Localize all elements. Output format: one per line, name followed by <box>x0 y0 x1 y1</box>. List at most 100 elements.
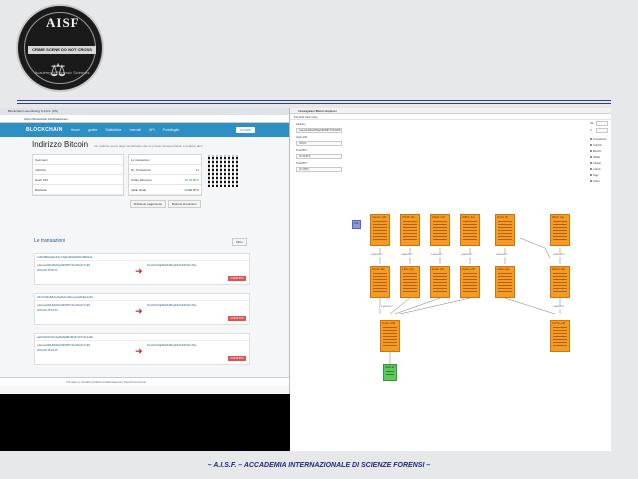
node-label: 1Fyh4..kTj <box>497 216 509 219</box>
graph-node[interactable]: 1Jr8v..7gQ <box>400 266 420 298</box>
transaction-row[interactable]: aa0cbd0b7b2c4cd9e5a8813fa47c57c3e1d2b...… <box>34 333 250 365</box>
graph-node[interactable]: 1Pq9a..m1X <box>430 214 450 246</box>
tx-from[interactable]: 1AeuwL9fAfu8JWq2sDhM8TYiNmW44YCy3N <box>37 264 90 267</box>
node-label: 1NqT2..9aP <box>372 268 385 271</box>
tx-time: 2015-06-18 04:30 <box>37 309 58 312</box>
address-bar[interactable]: https://blockchain.info/it/address/... <box>0 115 289 123</box>
node-label: 1Dm3u..8kC <box>552 268 566 271</box>
edge-label: 0.0465 BTC <box>552 254 566 257</box>
graph-app-window: Investigation Bitcoin Explorer File Edit… <box>290 108 611 451</box>
signin-button[interactable]: ACCEDI <box>235 127 255 133</box>
arrow-right-icon: ➜ <box>135 266 143 276</box>
graph-node[interactable]: 1Fyh4..kTj <box>495 214 515 246</box>
edge-label: 0.0465 BTC <box>552 306 566 309</box>
summary-right-1: Nr. Transazioni 17 <box>129 165 201 175</box>
graph-edge <box>519 237 551 259</box>
graph-node[interactable]: 1Kx9b..3Vz <box>430 266 450 298</box>
graph-node[interactable]: 1AeuwL..Q9f <box>370 214 390 246</box>
nav-home[interactable]: Home <box>71 128 80 132</box>
tx-amount-badge: 0.0465 BTC <box>228 276 246 281</box>
page-title-sub: Un indirizzo serve degli identificativi … <box>94 144 203 148</box>
node-label: 1Kx9b..3Vz <box>432 268 445 271</box>
transactions-title: Le transazioni <box>34 238 66 244</box>
tx-hash[interactable]: 7e8e9891ab9e3de7d3ebd00fa94f1b3f8e6a2... <box>35 254 249 261</box>
node-label: 1Zp8x..Q1a <box>497 268 510 271</box>
nav-stats[interactable]: Statistiche <box>105 128 121 132</box>
edge-label: 0.0464 BTC <box>460 254 474 257</box>
logo-crime-scene-band: CRIME SCENE DO NOT CROSS <box>28 46 96 54</box>
edge-label: 0.0465 BTC <box>370 254 384 257</box>
summary-right-2: Totale Ricevuto 40.44 BTC <box>129 175 201 185</box>
tx-hash[interactable]: d37cfcd3e58c2c4a4bd1c9dee1ca29da12c63... <box>35 294 249 301</box>
tx-to[interactable]: 1Km6nbTwjkkRdXuBUxjEiUGWPsTkmF6q <box>147 264 196 267</box>
graph-node[interactable]: 1Bcdz..L4q <box>550 214 570 246</box>
tx-from[interactable]: 1AeuwL9fAfu8JWq2sDhM8TYiNmW44YCy3N <box>37 304 90 307</box>
graph-node[interactable]: 1MRnz..2xo <box>460 214 480 246</box>
footer-caption: – A.I.S.F. – ACCADEMIA INTERNAZIONALE DI… <box>207 462 431 469</box>
tx-to[interactable]: 1Km6nbTwjkkRdXuBUxjEiUGWPsTkmF6q <box>147 344 196 347</box>
graph-node[interactable]: 1Hb3S..72k <box>400 214 420 246</box>
graph-node-origin[interactable]: 1Ax9..k3 <box>383 364 397 381</box>
graph-edge <box>504 297 556 315</box>
header-rule-top <box>17 100 611 101</box>
edge-label: 0.0464 BTC <box>430 254 444 257</box>
screenshot-area: Blockchain Luxembourg S.A.R.L [US] https… <box>0 108 611 451</box>
browser-tab[interactable]: Blockchain Luxembourg S.A.R.L [US] <box>0 108 289 115</box>
nav-wallet[interactable]: Portafoglio <box>163 128 180 132</box>
nav-charts[interactable]: grafici <box>88 128 97 132</box>
logo-title: AISF <box>46 15 80 30</box>
page-title-text: Indirizzo Bitcoin <box>32 140 89 149</box>
tx-from[interactable]: 1AeuwL9fAfu8JWq2sDhM8TYiNmW44YCy3N <box>37 344 90 347</box>
desktop-taskbar <box>0 394 290 451</box>
graph-node[interactable]: 1Dm3u..8kC <box>550 266 570 298</box>
label-ntx: Nr. Transazioni <box>131 168 152 172</box>
blockchain-navbar: BLOCKCHAIN Home grafici Statistiche merc… <box>0 123 289 137</box>
graph-node-selected[interactable]: 1C4.. <box>352 220 361 229</box>
summary-right-0: Le transazioni <box>129 155 201 165</box>
label-balance: saldo finale <box>131 188 147 192</box>
summary-left-1: Indirizzo <box>33 165 123 175</box>
transactions-summary-table: Le transazioni Nr. Transazioni 17 Totale… <box>128 154 202 196</box>
request-payment-button[interactable]: Richiesto pagamento <box>130 200 167 208</box>
arrow-right-icon: ➜ <box>135 306 143 316</box>
aisf-logo: AISF CRIME SCENE DO NOT CROSS ⚖ Academy … <box>16 4 104 92</box>
graph-node[interactable]: 1Gh7w..e2B <box>550 320 570 352</box>
graph-node[interactable]: 1Lo2e..mN5 <box>380 320 400 352</box>
graph-node[interactable]: 1Qd4L..pH6 <box>460 266 480 298</box>
page-title: Indirizzo Bitcoin Un indirizzo serve deg… <box>32 140 252 149</box>
donation-button[interactable]: Bottone Donazioni <box>168 200 201 208</box>
summary-right-3: saldo finale 0.000 BTC <box>129 185 201 195</box>
qr-code-icon <box>208 155 240 187</box>
tx-to[interactable]: 1Km6nbTwjkkRdXuBUxjEiUGWPsTkmF6q <box>147 304 196 307</box>
address-page: Indirizzo Bitcoin Un indirizzo serve deg… <box>32 140 252 208</box>
transaction-row[interactable]: 7e8e9891ab9e3de7d3ebd00fa94f1b3f8e6a2...… <box>34 253 250 285</box>
edge-label: 0.0464 BTC <box>495 254 509 257</box>
blockchain-logo[interactable]: BLOCKCHAIN <box>26 127 63 133</box>
node-label: 1Jr8v..7gQ <box>402 268 414 271</box>
node-label: 1C4.. <box>354 222 360 225</box>
node-label: 1Bcdz..L4q <box>552 216 564 219</box>
nav-markets[interactable]: mercati <box>129 128 140 132</box>
node-label: 1Hb3S..72k <box>402 216 415 219</box>
graph-edge <box>394 297 441 315</box>
graph-edge <box>399 297 471 315</box>
filter-button[interactable]: Filtro <box>232 238 247 246</box>
value-ntx: 17 <box>195 168 199 172</box>
graph-node[interactable]: 1Zp8x..Q1a <box>495 266 515 298</box>
transaction-row[interactable]: d37cfcd3e58c2c4a4bd1c9dee1ca29da12c63...… <box>34 293 250 325</box>
edge-label: 0.0465 BTC <box>380 306 394 309</box>
graph-node[interactable]: 1NqT2..9aP <box>370 266 390 298</box>
nav-api[interactable]: API <box>149 128 155 132</box>
header-rule-bottom <box>17 103 611 104</box>
summary-table: Summary Indirizzo Hash 160 Etichetta <box>32 154 124 196</box>
tx-time: 2015-06-18 04:15 <box>37 349 58 352</box>
summary-left-3: Etichetta <box>33 185 123 195</box>
tx-hash[interactable]: aa0cbd0b7b2c4cd9e5a8813fa47c57c3e1d2b... <box>35 334 249 341</box>
tx-amount-badge: 0.0464 BTC <box>228 356 246 361</box>
browser-footer-links[interactable]: Chi siamo | Contatti | Politica di Riser… <box>0 377 289 386</box>
node-label: 1Qd4L..pH6 <box>462 268 475 271</box>
logo-ring-text: Academy of Forensic Sciences <box>34 70 90 75</box>
value-received: 40.44 BTC <box>184 178 199 182</box>
node-label: 1AeuwL..Q9f <box>372 216 386 219</box>
tx-amount-badge: 0.0464 BTC <box>228 316 246 321</box>
